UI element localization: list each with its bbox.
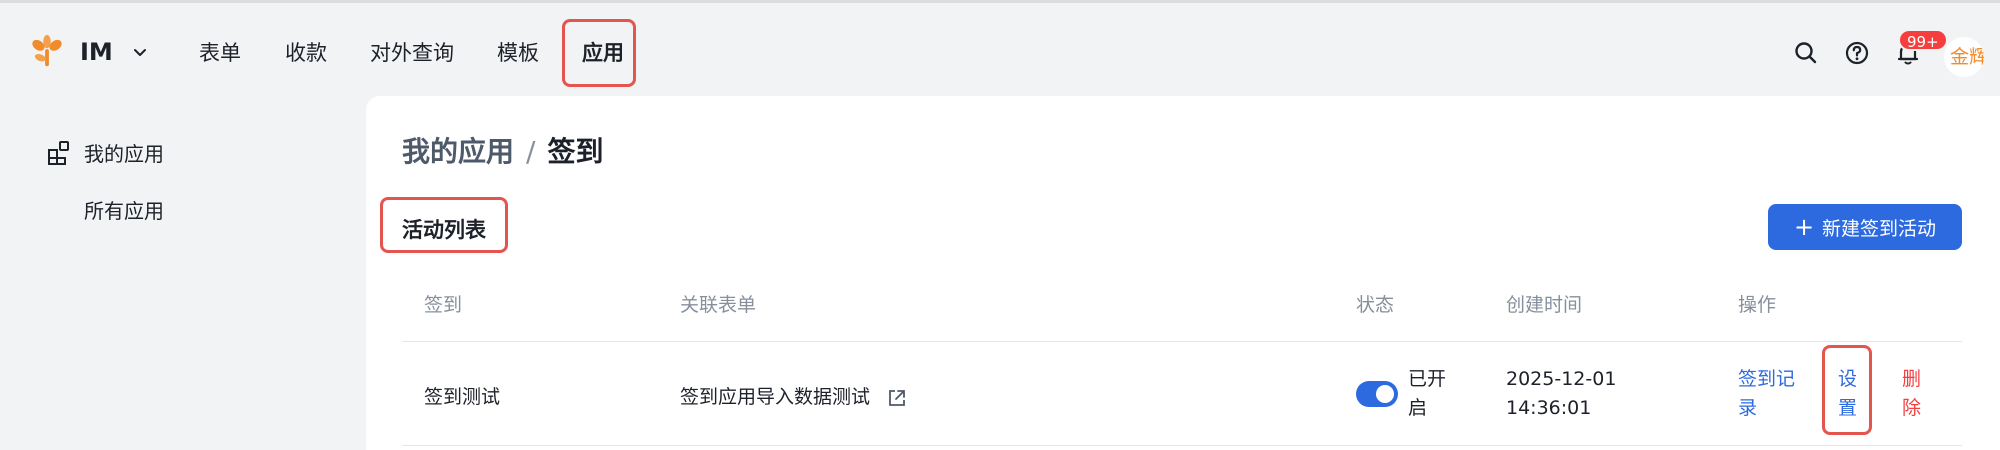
row-linked-form[interactable]: 签到应用导入数据测试	[680, 382, 908, 409]
sidebar-item-all-apps[interactable]: 所有应用	[84, 195, 164, 224]
new-button-label: 新建签到活动	[1822, 217, 1937, 240]
table-divider	[402, 341, 1962, 342]
status-text-line: 已开	[1408, 368, 1447, 390]
breadcrumb-separator: /	[526, 135, 536, 168]
search-icon[interactable]	[1792, 39, 1820, 67]
plus-icon: +	[1793, 213, 1815, 241]
breadcrumb-current: 签到	[547, 135, 604, 168]
nav-item-public-query[interactable]: 对外查询	[370, 40, 454, 66]
created-time: 14:36:01	[1506, 397, 1592, 419]
sidebar-item-my-apps[interactable]: 我的应用	[46, 138, 164, 167]
logo-icon	[32, 34, 62, 67]
avatar[interactable]: 金辉	[1944, 37, 1984, 77]
breadcrumb: 我的应用 / 签到	[402, 130, 603, 170]
chevron-down-icon[interactable]	[131, 43, 149, 61]
highlight-box	[562, 19, 636, 87]
nav-item-forms[interactable]: 表单	[199, 40, 241, 66]
column-header-created-time: 创建时间	[1506, 294, 1583, 316]
app-name: IM	[80, 38, 113, 66]
app-switcher[interactable]: IM	[28, 33, 149, 71]
action-label-line: 录	[1738, 397, 1758, 419]
column-header-checkin: 签到	[424, 294, 463, 316]
status-toggle[interactable]	[1356, 381, 1398, 407]
action-label-line: 除	[1902, 397, 1922, 419]
row-checkin-name: 签到测试	[424, 386, 501, 408]
action-label-line: 签到记	[1738, 368, 1796, 390]
nav-item-payments[interactable]: 收款	[285, 40, 327, 66]
highlight-box	[380, 197, 508, 253]
created-date: 2025-12-01	[1506, 368, 1617, 390]
row-created-time: 2025-12-01 14:36:01	[1506, 365, 1616, 423]
sidebar-item-label: 我的应用	[84, 142, 164, 166]
linked-form-name: 签到应用导入数据测试	[680, 386, 871, 408]
main-panel: 我的应用 / 签到 活动列表 + 新建签到活动 签到 关联表单 状态 创建时间 …	[366, 96, 2000, 450]
row-status-text: 已开 启	[1408, 365, 1446, 423]
sidebar-item-label: 所有应用	[84, 199, 164, 223]
nav-item-templates[interactable]: 模板	[497, 40, 539, 66]
action-label-line: 删	[1902, 368, 1922, 390]
table-divider	[402, 445, 1962, 446]
status-text-line: 启	[1408, 397, 1428, 419]
checkin-records-link[interactable]: 签到记 录	[1738, 365, 1795, 423]
breadcrumb-parent[interactable]: 我的应用	[402, 130, 514, 170]
column-header-linked-form: 关联表单	[680, 294, 757, 316]
notification-badge: 99+	[1898, 29, 1948, 51]
external-link-icon[interactable]	[886, 387, 908, 409]
delete-link[interactable]: 删 除	[1902, 365, 1921, 423]
toggle-knob	[1376, 385, 1394, 403]
sidebar: 我的应用 所有应用	[0, 100, 366, 450]
top-navigation-bar: IM 表单 收款 对外查询 模板 应用 99+ 金辉	[0, 0, 2000, 100]
apps-icon	[48, 140, 69, 165]
highlight-box	[1822, 345, 1872, 435]
new-checkin-activity-button[interactable]: + 新建签到活动	[1768, 204, 1962, 250]
column-header-actions: 操作	[1738, 294, 1777, 316]
help-icon[interactable]	[1843, 39, 1871, 67]
column-header-status: 状态	[1356, 294, 1395, 316]
